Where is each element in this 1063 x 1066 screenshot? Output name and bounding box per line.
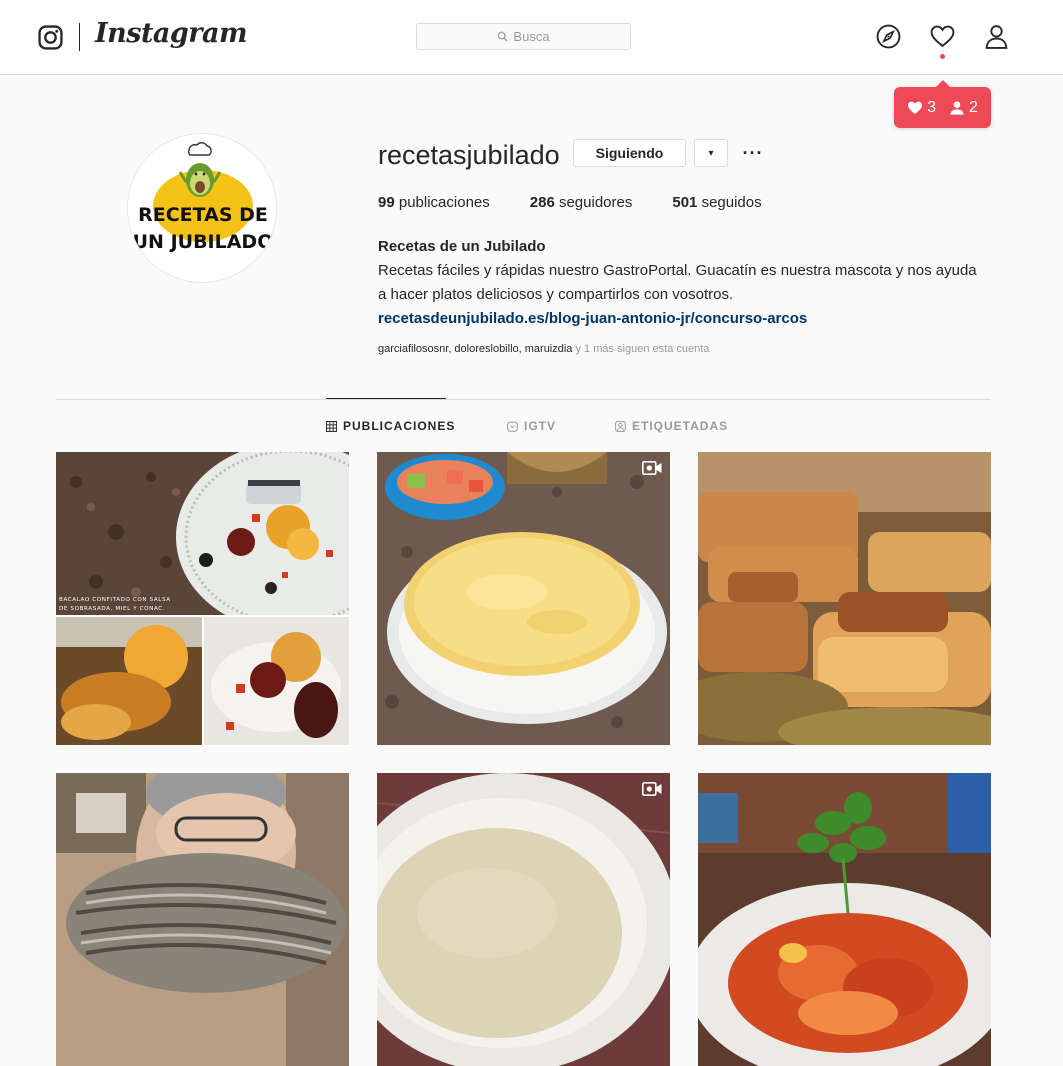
instagram-glyph-icon[interactable] [38, 25, 63, 50]
post-thumbnail[interactable] [377, 452, 670, 745]
followed-by-names: garciafilososnr, doloreslobillo, maruizd… [378, 343, 573, 355]
followers-label: seguidores [558, 194, 633, 211]
person-filled-icon [950, 100, 964, 115]
igtv-icon [507, 421, 518, 432]
top-nav-bar: Instagram Busca [0, 0, 1063, 75]
user-icon[interactable] [984, 24, 1009, 49]
likes-count: 3 [927, 98, 936, 116]
instagram-wordmark-logo[interactable]: Instagram [95, 18, 248, 49]
tabs-divider [56, 399, 991, 400]
search-input[interactable]: Busca [416, 23, 631, 50]
tab-tagged[interactable]: ETIQUETADAS [615, 419, 728, 433]
activity-notification-popup[interactable]: 3 2 [894, 80, 991, 128]
tab-igtv[interactable]: IGTV [507, 419, 556, 433]
bio-full-name: Recetas de un Jubilado [378, 238, 546, 255]
bio-text: Recetas fáciles y rápidas nuestro Gastro… [378, 262, 977, 303]
posts-count: 99 [378, 194, 395, 211]
post-photo [377, 452, 670, 745]
followers-count: 286 [529, 194, 555, 211]
likes-notification: 3 [907, 99, 936, 117]
post-thumbnail[interactable] [698, 452, 991, 745]
post-thumbnail[interactable] [377, 773, 670, 1066]
brand-divider [79, 23, 80, 51]
post-caption-overlay-line1: BACALAO CONFITADO CON SALSA [59, 597, 171, 603]
post-thumbnail[interactable]: BACALAO CONFITADO CON SALSA DE SOBRASADA… [56, 452, 349, 745]
tagged-icon [615, 420, 626, 432]
tab-tagged-label: ETIQUETADAS [632, 419, 729, 433]
following-stat[interactable]: 501 seguidos [672, 194, 761, 211]
post-thumbnail[interactable] [698, 773, 991, 1066]
grid-icon [326, 420, 337, 432]
following-button[interactable]: Siguiendo [573, 139, 686, 167]
avatar-text-line1: RECETAS DE [138, 204, 268, 226]
bio-website-link[interactable]: recetasdeunjubilado.es/blog-juan-antonio… [378, 307, 978, 331]
video-icon [642, 461, 662, 475]
following-count: 501 [672, 194, 698, 211]
followers-stat[interactable]: 286 seguidores [530, 194, 633, 211]
avatar-text-line2: UN JUBILADO [133, 231, 274, 253]
post-thumbnail[interactable] [56, 773, 349, 1066]
search-icon [498, 31, 508, 42]
heart-icon[interactable] [930, 24, 955, 49]
post-photo: BACALAO CONFITADO CON SALSA DE SOBRASADA… [56, 452, 349, 745]
followed-by-suffix: y 1 más siguen esta cuenta [572, 343, 710, 355]
post-photo [56, 773, 349, 1066]
compass-icon[interactable] [876, 24, 901, 49]
post-caption-overlay-line2: DE SOBRASADA, MIEL Y CONAC. [59, 606, 165, 612]
follows-notification: 2 [949, 99, 978, 117]
tab-posts-label: PUBLICACIONES [343, 419, 456, 433]
profile-bio: Recetas de un Jubilado Recetas fáciles y… [378, 235, 978, 331]
following-label: seguidos [701, 194, 762, 211]
more-options-button[interactable]: ··· [740, 139, 766, 167]
tab-igtv-label: IGTV [524, 419, 557, 433]
notification-dot [940, 54, 945, 59]
search-placeholder: Busca [513, 29, 550, 44]
suggestions-dropdown-button[interactable]: ▾ [694, 139, 728, 167]
profile-username: recetasjubilado [378, 140, 560, 170]
posts-stat: 99 publicaciones [378, 194, 490, 211]
profile-avatar[interactable]: RECETAS DE UN JUBILADO [127, 133, 277, 283]
followed-by-line[interactable]: garciafilososnr, doloreslobillo, maruizd… [378, 343, 709, 355]
posts-label: publicaciones [398, 194, 490, 211]
tab-posts[interactable]: PUBLICACIONES [326, 419, 455, 433]
post-photo [698, 773, 991, 1066]
follows-count: 2 [969, 98, 978, 116]
active-tab-indicator [326, 398, 446, 399]
post-photo [377, 773, 670, 1066]
post-photo [698, 452, 991, 745]
profile-stats: 99 publicaciones 286 seguidores 501 segu… [378, 194, 762, 211]
avatar-logo: RECETAS DE UN JUBILADO [128, 134, 276, 282]
video-icon [642, 782, 662, 796]
heart-filled-icon [908, 101, 923, 114]
